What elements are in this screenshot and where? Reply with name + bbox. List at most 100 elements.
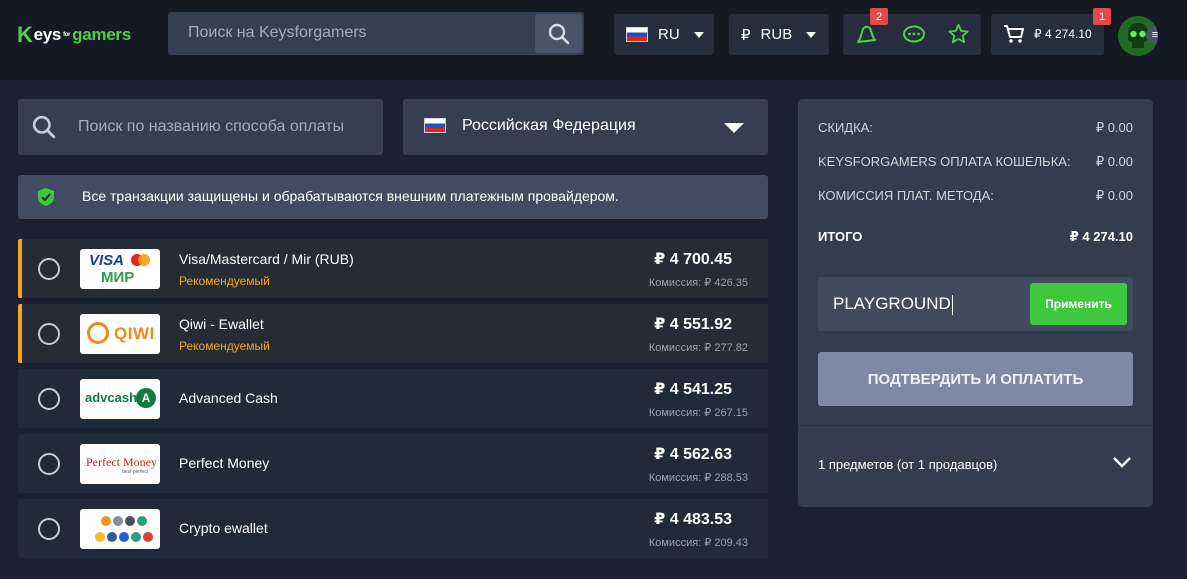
advcash-badge-icon: A bbox=[136, 388, 156, 408]
crypto-coins-icon bbox=[95, 516, 153, 542]
shield-check-icon bbox=[37, 187, 55, 212]
fee-value: ₽ 426.35 bbox=[704, 277, 748, 289]
site-search-input[interactable]: Поиск на Keysforgamers bbox=[168, 12, 584, 55]
user-actions-group: 2 bbox=[843, 8, 981, 55]
mastercard-circle-right bbox=[138, 254, 150, 266]
wallet-label: KEYSFORGAMERS ОПЛАТА КОШЕЛЬКА: bbox=[818, 154, 1071, 169]
payment-method-price: ₽ 4 541.25 bbox=[654, 381, 732, 398]
chevron-down-icon[interactable] bbox=[1112, 455, 1132, 474]
payment-method-name: Advanced Cash bbox=[179, 390, 278, 406]
crypto-coins-logo bbox=[80, 509, 160, 549]
payment-method-perfect-money[interactable]: Perfect Money best perfect Perfect Money… bbox=[18, 434, 768, 493]
apply-coupon-button[interactable]: Применить bbox=[1030, 283, 1127, 325]
qiwi-circle-icon bbox=[87, 322, 109, 344]
coupon-input[interactable]: PLAYGROUND Применить bbox=[818, 277, 1133, 331]
russia-flag-icon bbox=[626, 27, 648, 42]
payment-method-qiwi[interactable]: QIWI Qiwi - Ewallet Рекомендуемый ₽ 4 55… bbox=[18, 304, 768, 363]
logo-text-for: for bbox=[63, 32, 71, 38]
confirm-and-pay-button[interactable]: ПОДТВЕРДИТЬ И ОПЛАТИТЬ bbox=[818, 352, 1133, 406]
text-cursor bbox=[951, 294, 953, 315]
site-logo[interactable]: K eys for gamers bbox=[17, 22, 131, 48]
logo-text-eys: eys bbox=[33, 25, 62, 44]
site-search-placeholder: Поиск на Keysforgamers bbox=[188, 24, 367, 41]
payment-method-name: Visa/Mastercard / Mir (RUB) bbox=[179, 251, 354, 267]
russia-flag-icon bbox=[424, 118, 446, 133]
method-fee-label: КОМИССИЯ ПЛАТ. МЕТОДА: bbox=[818, 188, 994, 203]
fee-value: ₽ 267.15 bbox=[704, 407, 748, 419]
search-icon bbox=[548, 23, 569, 44]
language-dropdown[interactable]: RU bbox=[614, 14, 714, 55]
total-value: ₽ 4 274.10 bbox=[1069, 229, 1133, 244]
payment-method-radio[interactable] bbox=[38, 258, 60, 280]
total-label: ИТОГО bbox=[818, 229, 863, 244]
fee-label: Комиссия: bbox=[648, 342, 702, 354]
messages-icon[interactable] bbox=[902, 25, 926, 50]
notifications-bell-icon[interactable] bbox=[855, 24, 877, 51]
payment-method-radio[interactable] bbox=[38, 388, 60, 410]
recommended-tag: Рекомендуемый bbox=[179, 274, 270, 288]
currency-dropdown[interactable]: ₽ RUB bbox=[729, 14, 829, 55]
payment-method-fee: Комиссия: ₽ 288.53 bbox=[649, 471, 748, 484]
payment-method-price: ₽ 4 700.45 bbox=[654, 251, 732, 268]
discount-row: СКИДКА: ₽ 0.00 bbox=[818, 120, 1133, 135]
avatar-menu-icon[interactable]: ≡ bbox=[1146, 26, 1158, 44]
payment-method-search-input[interactable]: Поиск по названию способа оплаты bbox=[18, 99, 383, 155]
payment-method-fee: Комиссия: ₽ 426.35 bbox=[649, 276, 748, 289]
fee-label: Комиссия: bbox=[648, 472, 702, 484]
wallet-row: KEYSFORGAMERS ОПЛАТА КОШЕЛЬКА: ₽ 0.00 bbox=[818, 154, 1133, 169]
favorites-star-icon[interactable] bbox=[947, 23, 970, 50]
search-button[interactable] bbox=[535, 14, 582, 53]
payment-method-advanced-cash[interactable]: advcash A Advanced Cash ₽ 4 541.25 Комис… bbox=[18, 369, 768, 428]
payment-method-price: ₽ 4 551.92 bbox=[654, 316, 732, 333]
wallet-value: ₽ 0.00 bbox=[1095, 154, 1133, 169]
cart-icon bbox=[1003, 24, 1025, 49]
fee-label: Комиссия: bbox=[648, 277, 702, 289]
perfect-money-logo-text: Perfect Money bbox=[86, 455, 157, 469]
visa-mastercard-mir-logo: VISA МИР bbox=[80, 249, 160, 289]
payment-method-price: ₽ 4 483.53 bbox=[654, 511, 732, 528]
fee-label: Комиссия: bbox=[648, 537, 702, 549]
payment-search-placeholder: Поиск по названию способа оплаты bbox=[78, 118, 345, 135]
payment-method-name: Crypto ewallet bbox=[179, 520, 268, 536]
total-row: ИТОГО ₽ 4 274.10 bbox=[818, 229, 1133, 244]
recommended-tag: Рекомендуемый bbox=[179, 339, 270, 353]
payment-method-name: Perfect Money bbox=[179, 455, 270, 471]
mir-logo-text: МИР bbox=[101, 269, 135, 286]
payment-method-fee: Комиссия: ₽ 267.15 bbox=[649, 406, 748, 419]
language-label: RU bbox=[658, 26, 680, 43]
payment-method-price: ₽ 4 562.63 bbox=[654, 446, 732, 463]
country-dropdown[interactable]: Российская Федерация bbox=[403, 99, 768, 155]
country-label: Российская Федерация bbox=[462, 117, 636, 134]
payment-method-radio[interactable] bbox=[38, 323, 60, 345]
order-summary-panel: СКИДКА: ₽ 0.00 KEYSFORGAMERS ОПЛАТА КОШЕ… bbox=[798, 99, 1153, 507]
visa-logo-text: VISA bbox=[89, 252, 125, 269]
fee-value: ₽ 277.82 bbox=[704, 342, 748, 354]
items-summary[interactable]: 1 предметов (от 1 продавцов) bbox=[818, 457, 997, 472]
cart-button[interactable]: ₽ 4 274.10 1 bbox=[991, 8, 1111, 55]
logo-text-gamers: gamers bbox=[72, 25, 131, 44]
coupon-text: PLAYGROUND bbox=[833, 294, 951, 313]
payment-method-visa-mastercard-mir[interactable]: VISA МИР Visa/Mastercard / Mir (RUB) Рек… bbox=[18, 239, 768, 298]
top-header: K eys for gamers Поиск на Keysforgamers … bbox=[0, 0, 1187, 80]
currency-label: RUB bbox=[760, 26, 793, 43]
method-fee-row: КОМИССИЯ ПЛАТ. МЕТОДА: ₽ 0.00 bbox=[818, 188, 1133, 203]
method-fee-value: ₽ 0.00 bbox=[1095, 188, 1133, 203]
notifications-badge: 2 bbox=[870, 8, 888, 25]
search-icon bbox=[32, 115, 56, 144]
fee-value: ₽ 288.53 bbox=[704, 472, 748, 484]
summary-divider bbox=[798, 425, 1153, 426]
perfect-money-logo: Perfect Money best perfect bbox=[80, 444, 160, 484]
discount-label: СКИДКА: bbox=[818, 120, 873, 135]
fee-value: ₽ 209.43 bbox=[704, 537, 748, 549]
discount-value: ₽ 0.00 bbox=[1095, 120, 1133, 135]
perfect-money-tagline: best perfect bbox=[122, 469, 149, 475]
payment-method-radio[interactable] bbox=[38, 518, 60, 540]
payment-method-crypto-ewallet[interactable]: Crypto ewallet ₽ 4 483.53 Комиссия: ₽ 20… bbox=[18, 499, 768, 558]
payment-method-radio[interactable] bbox=[38, 453, 60, 475]
security-notice-text: Все транзакции защищены и обрабатываются… bbox=[82, 188, 619, 204]
chevron-down-icon bbox=[806, 31, 817, 38]
payment-method-fee: Комиссия: ₽ 277.82 bbox=[649, 341, 748, 354]
cart-badge: 1 bbox=[1093, 8, 1111, 25]
security-notice: Все транзакции защищены и обрабатываются… bbox=[18, 175, 768, 219]
user-avatar[interactable]: ≡ bbox=[1118, 16, 1158, 56]
